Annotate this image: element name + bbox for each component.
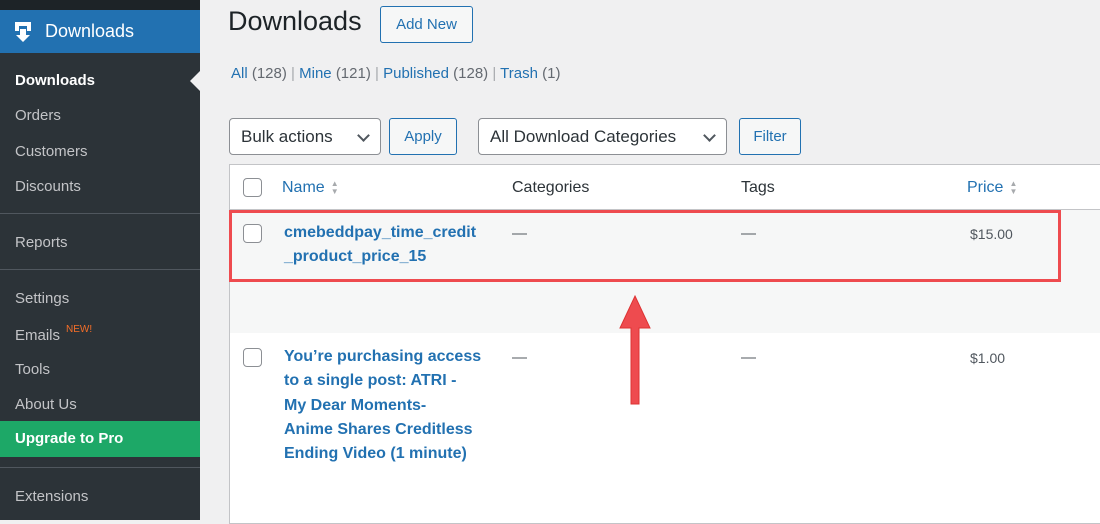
sidebar-divider [0,269,200,270]
column-tags: Tags [741,179,775,196]
status-filter-links: All (128) | Mine (121) | Published (128)… [231,65,560,82]
filter-mine[interactable]: Mine (121) [299,65,371,82]
column-price[interactable]: Price ▲ ▼ [967,179,1017,197]
separator: | [492,65,497,82]
sidebar-item-settings[interactable]: Settings [15,290,69,307]
sidebar-item-label: Upgrade to Pro [15,430,124,447]
download-name-link[interactable]: You’re purchasing access to a single post… [284,345,481,466]
sidebar-menu-downloads[interactable]: Downloads [0,10,200,53]
sidebar-item-about-us[interactable]: About Us [15,396,77,413]
category-select[interactable]: All Download Categories [478,118,727,155]
sort-icon: ▲ ▼ [1009,178,1018,196]
filter-button[interactable]: Filter [739,118,801,155]
filter-trash[interactable]: Trash (1) [500,65,560,82]
sidebar-divider [0,213,200,214]
current-menu-pointer [190,71,200,91]
admin-bar-strip [0,0,200,10]
sidebar-item-upgrade-to-pro[interactable]: Upgrade to Pro [0,421,200,457]
column-categories: Categories [512,179,590,196]
sidebar-header-label: Downloads [45,21,135,41]
row-checkbox[interactable] [243,348,262,367]
sidebar-item-label: Emails [15,327,61,344]
filter-published[interactable]: Published (128) [383,65,488,82]
highlight-box [229,210,1061,282]
chevron-down-icon [703,129,716,142]
sort-icon: ▲ ▼ [330,178,339,196]
arrow-up-icon [619,294,651,405]
sidebar-item-downloads[interactable]: Downloads [15,72,95,89]
tags-cell: — [741,349,756,366]
apply-button[interactable]: Apply [389,118,457,155]
sidebar-item-customers[interactable]: Customers [15,143,88,160]
price-cell: $1.00 [970,350,1006,366]
sidebar-item-tools[interactable]: Tools [15,361,50,378]
bulk-actions-select[interactable]: Bulk actions [229,118,381,155]
categories-cell: — [512,349,527,366]
sidebar-item-extensions[interactable]: Extensions [15,488,88,505]
sidebar-item-emails[interactable]: Emails NEW! [15,324,93,344]
select-all-checkbox[interactable] [243,178,262,197]
column-name[interactable]: Name ▲ ▼ [282,179,339,197]
sidebar-item-discounts[interactable]: Discounts [15,178,81,195]
sidebar-item-reports[interactable]: Reports [15,234,68,251]
new-badge: NEW! [66,324,93,335]
separator: | [375,65,379,82]
select-value: All Download Categories [490,126,677,146]
sidebar-item-orders[interactable]: Orders [15,107,61,124]
chevron-down-icon [357,129,370,142]
page-title: Downloads [228,6,362,36]
sidebar-divider [0,467,200,468]
separator: | [291,65,295,82]
filter-all[interactable]: All (128) [231,65,287,82]
download-icon [15,21,31,42]
add-new-button[interactable]: Add New [380,6,473,43]
select-value: Bulk actions [241,126,333,146]
